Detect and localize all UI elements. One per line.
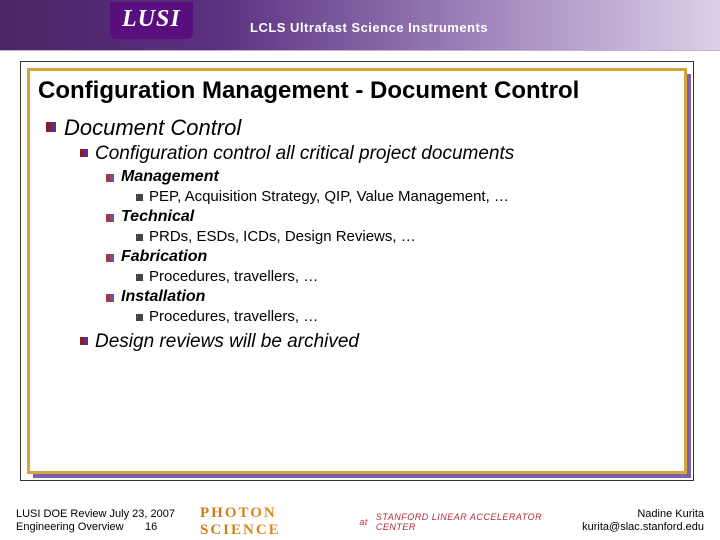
bullet-icon (136, 234, 143, 241)
bullet-text: Configuration control all critical proje… (95, 143, 514, 165)
photon-science-logo: PHOTON SCIENCE (200, 505, 351, 539)
bullet-l4: Procedures, travellers, … (136, 268, 678, 285)
footer-at: at (359, 517, 368, 527)
header-subtitle: LCLS Ultrafast Science Instruments (250, 20, 488, 35)
slide-body: Configuration Management - Document Cont… (20, 61, 694, 481)
bullet-l4: PEP, Acquisition Strategy, QIP, Value Ma… (136, 188, 678, 205)
bullet-l3: Fabrication (106, 248, 678, 266)
footer-line1: LUSI DOE Review July 23, 2007 (16, 508, 175, 520)
bullet-text: PRDs, ESDs, ICDs, Design Reviews, … (149, 228, 416, 245)
bullet-l4: Procedures, travellers, … (136, 308, 678, 325)
author-name: Nadine Kurita (637, 508, 704, 520)
bullet-l1: Document Control (46, 115, 678, 141)
bullet-icon (106, 214, 114, 222)
footer-left: LUSI DOE Review July 23, 2007 Engineerin… (16, 508, 175, 534)
bullet-icon (46, 122, 56, 132)
footer-line2: Engineering Overview (16, 521, 124, 533)
author-email: kurita@slac.stanford.edu (582, 521, 704, 533)
slide-title: Configuration Management - Document Cont… (30, 71, 684, 115)
bullet-text: Management (121, 168, 219, 186)
bullet-l2: Design reviews will be archived (80, 331, 678, 353)
footer-lab: STANFORD LINEAR ACCELERATOR CENTER (376, 512, 570, 532)
bullet-l3: Management (106, 168, 678, 186)
bullet-text: Document Control (64, 115, 241, 141)
bullet-icon (106, 294, 114, 302)
bullet-text: PEP, Acquisition Strategy, QIP, Value Ma… (149, 188, 509, 205)
bullet-text: Installation (121, 288, 205, 306)
bullet-text: Design reviews will be archived (95, 331, 359, 353)
page-number: 16 (145, 521, 157, 533)
bullet-text: Technical (121, 208, 194, 226)
bullet-l4: PRDs, ESDs, ICDs, Design Reviews, … (136, 228, 678, 245)
inner-border: Configuration Management - Document Cont… (27, 68, 687, 474)
bullet-icon (136, 274, 143, 281)
header-band: LUSI LCLS Ultrafast Science Instruments (0, 0, 720, 50)
bullet-l3: Technical (106, 208, 678, 226)
logo-badge: LUSI (110, 2, 193, 39)
bullet-text: Procedures, travellers, … (149, 268, 318, 285)
bullet-icon (80, 337, 88, 345)
bullet-text: Fabrication (121, 248, 207, 266)
bullet-l2: Configuration control all critical proje… (80, 143, 678, 165)
bullet-icon (136, 194, 143, 201)
bullet-icon (106, 174, 114, 182)
bullet-text: Procedures, travellers, … (149, 308, 318, 325)
bullet-l3: Installation (106, 288, 678, 306)
bullet-icon (80, 149, 88, 157)
bullet-icon (136, 314, 143, 321)
footer-right: Nadine Kurita kurita@slac.stanford.edu (582, 508, 704, 534)
footer-center: PHOTON SCIENCE at STANFORD LINEAR ACCELE… (200, 510, 570, 534)
bullet-icon (106, 254, 114, 262)
content-area: Document Control Configuration control a… (30, 115, 684, 353)
divider (0, 50, 720, 51)
